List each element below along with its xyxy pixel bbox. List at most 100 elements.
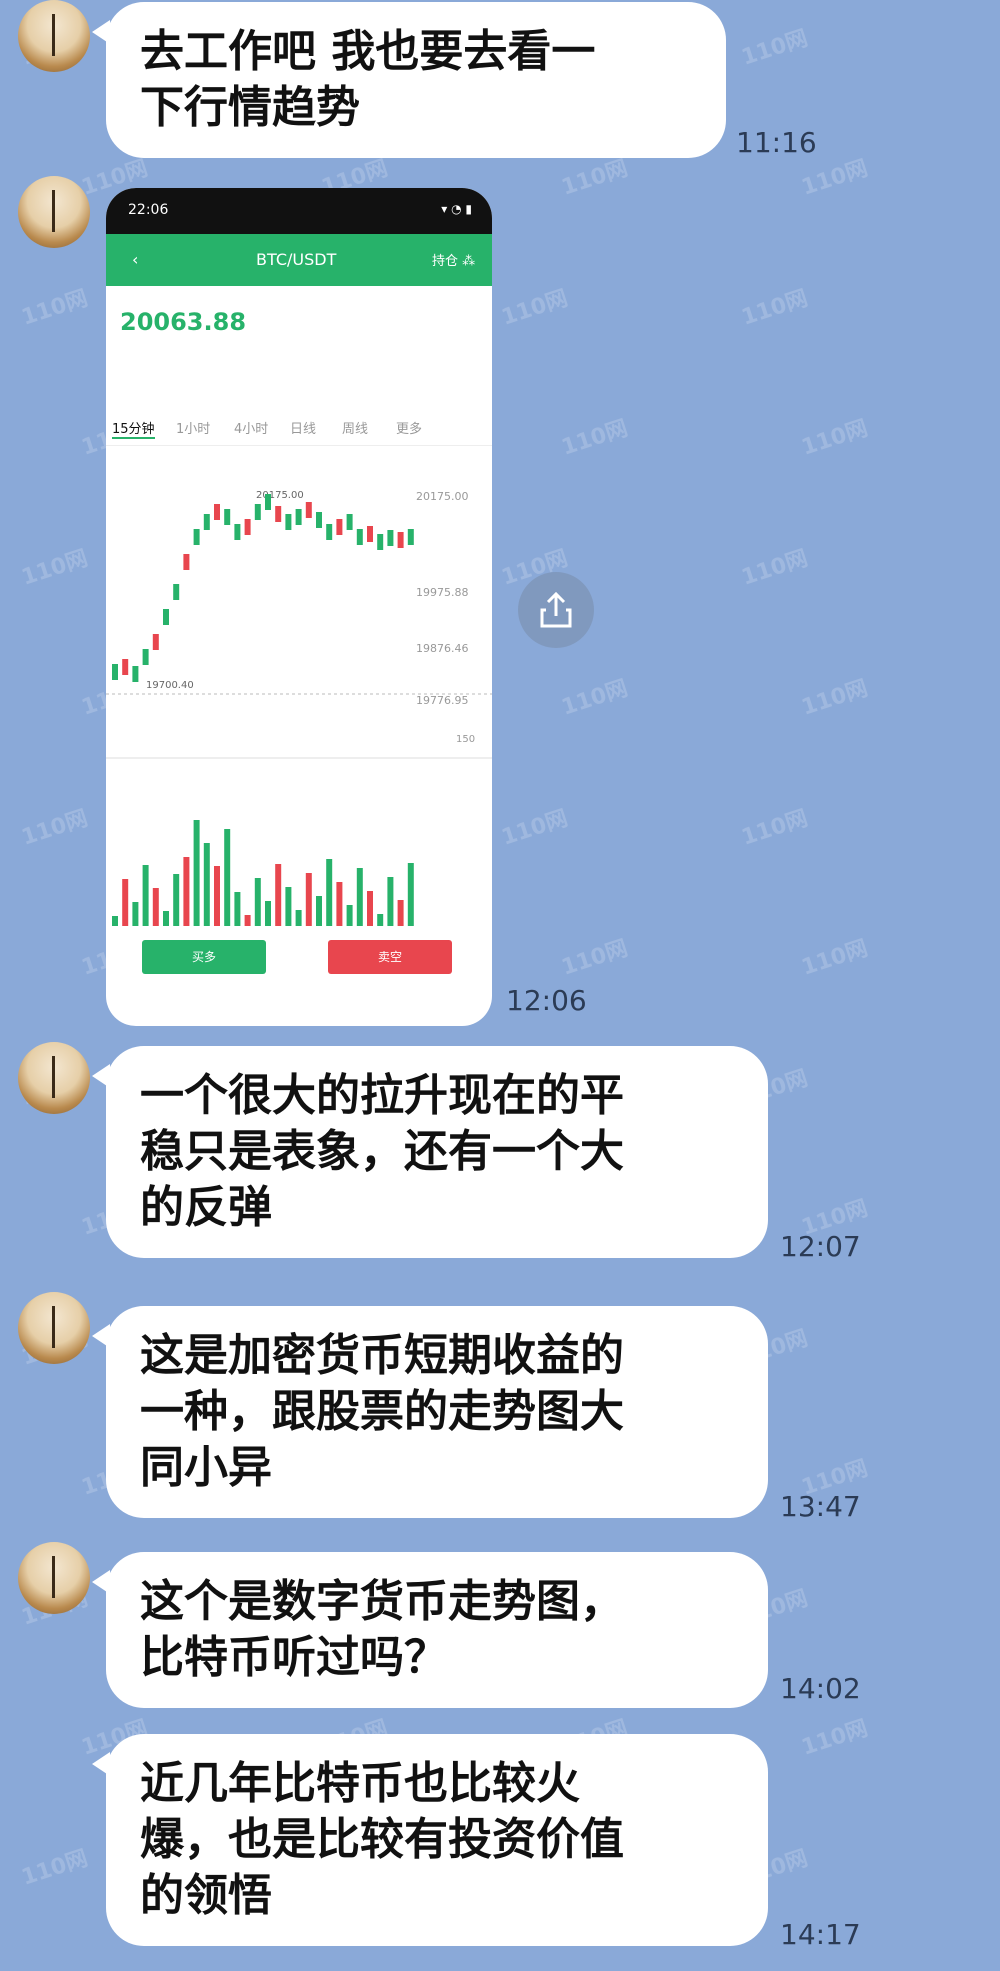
avatar[interactable] <box>18 1292 90 1364</box>
candle <box>305 502 312 518</box>
watermark-text: 110网 <box>738 25 811 71</box>
volume-bar <box>132 902 139 926</box>
message-text-line: 近几年比特币也比较火 <box>140 1758 580 1809</box>
watermark-text: 110网 <box>798 935 871 981</box>
image-message-trading-screenshot[interactable]: 22:06 ▾ ◔ ▮ ‹ BTC/USDT 持仓 ⁂ 20063.88 15分… <box>106 188 492 1026</box>
avatar[interactable] <box>18 1542 90 1614</box>
message-bubble: 这是加密货币短期收益的 一种，跟股票的走势图大 同小异 <box>92 1306 768 1518</box>
watermark-text: 110网 <box>558 935 631 981</box>
candle <box>275 506 282 522</box>
message-text-line: 一种，跟股票的走势图大 <box>140 1386 624 1437</box>
volume-bar <box>254 878 261 926</box>
watermark-text: 110网 <box>18 285 91 331</box>
volume-bar <box>244 915 251 926</box>
volume-bar <box>295 910 302 926</box>
message-bubble: 去工作吧 我也要去看一 下行情趋势 <box>92 2 726 158</box>
candle <box>244 519 251 535</box>
candle <box>214 504 220 520</box>
candle <box>152 634 159 650</box>
phone-header: ‹ BTC/USDT 持仓 ⁂ <box>106 234 492 286</box>
message-time: 12:07 <box>780 1230 861 1263</box>
watermark-text: 110网 <box>18 805 91 851</box>
candle <box>142 649 149 665</box>
price-panel: 20063.88 <box>106 286 492 406</box>
tab-interval: 15分钟 <box>112 418 155 439</box>
candle <box>132 666 139 682</box>
message-text-line: 爆，也是比较有投资价值 <box>140 1814 624 1865</box>
candle <box>387 530 394 546</box>
watermark-text: 110网 <box>798 675 871 721</box>
volume-bar <box>367 891 373 926</box>
volume-bar <box>193 820 200 926</box>
watermark-text: 110网 <box>798 1715 871 1761</box>
message-text-line: 下行情趋势 <box>140 82 360 133</box>
message-text-line: 一个很大的拉升现在的平 <box>140 1070 624 1121</box>
candle <box>397 532 404 548</box>
candle <box>356 529 363 545</box>
share-icon <box>540 591 572 628</box>
message-text-line: 稳只是表象，还有一个大 <box>140 1126 624 1177</box>
message-time: 12:06 <box>506 984 587 1017</box>
candle <box>173 584 180 600</box>
candle <box>336 519 343 535</box>
message-text-line: 这个是数字货币走势图， <box>140 1576 624 1627</box>
volume-bar <box>316 896 322 926</box>
tab-interval: 周线 <box>342 422 369 437</box>
volume-bar <box>305 873 312 926</box>
candle <box>163 609 169 625</box>
candle <box>316 512 322 528</box>
high-marker: 20175.00 <box>256 490 304 501</box>
volume-bar <box>275 864 282 926</box>
candle <box>112 664 118 680</box>
message-time: 14:02 <box>780 1672 861 1705</box>
back-arrow-icon: ‹ <box>132 250 139 269</box>
candle <box>265 494 271 510</box>
candles <box>112 494 414 682</box>
watermark-text: 110网 <box>558 675 631 721</box>
phone-status-time: 22:06 <box>128 202 169 218</box>
watermark-text: 110网 <box>498 285 571 331</box>
candle <box>377 534 384 550</box>
price-level-label: 19776.95 <box>416 694 469 707</box>
candle <box>224 509 231 525</box>
volume-bars <box>112 820 414 926</box>
low-marker: 19700.40 <box>146 680 194 691</box>
watermark-text: 110网 <box>738 285 811 331</box>
volume-bar <box>397 900 404 926</box>
grid-icon: 持仓 ⁂ <box>432 254 476 269</box>
sell-button[interactable]: 卖空 <box>328 940 452 974</box>
candle <box>367 526 373 542</box>
message-time: 13:47 <box>780 1490 861 1523</box>
avatar[interactable] <box>18 176 90 248</box>
volume-bar <box>407 863 414 926</box>
tab-interval: 日线 <box>290 422 317 437</box>
candle <box>183 554 190 570</box>
candle <box>254 504 261 520</box>
price-level-label: 20175.00 <box>416 490 469 503</box>
avatar[interactable] <box>18 1042 90 1114</box>
volume-bar <box>122 879 129 926</box>
message-text-line: 去工作吧 我也要去看一 <box>140 26 596 77</box>
price-level-label: 19975.88 <box>416 586 469 599</box>
candle <box>285 514 292 530</box>
volume-bar <box>346 905 353 926</box>
volume-bar <box>336 882 343 926</box>
message-bubble: 一个很大的拉升现在的平 稳只是表象，还有一个大 的反弹 <box>92 1046 768 1258</box>
interval-tabs: 15分钟 1小时 4小时 日线 周线 更多 <box>106 406 492 446</box>
volume-bar <box>285 887 292 926</box>
message-text-line: 同小异 <box>140 1442 272 1493</box>
message-text-line: 的反弹 <box>140 1182 272 1233</box>
tab-interval: 4小时 <box>234 422 269 437</box>
share-button[interactable] <box>518 572 594 648</box>
message-time: 14:17 <box>780 1918 861 1951</box>
tab-interval: 更多 <box>396 422 423 437</box>
tab-interval: 1小时 <box>176 422 211 437</box>
volume-bar <box>183 857 190 926</box>
candle <box>346 514 353 530</box>
avatar[interactable] <box>18 0 90 72</box>
watermark-text: 110网 <box>498 805 571 851</box>
watermark-text: 110网 <box>18 545 91 591</box>
candle <box>295 509 302 525</box>
candle <box>203 514 210 530</box>
buy-button[interactable]: 买多 <box>142 940 266 974</box>
